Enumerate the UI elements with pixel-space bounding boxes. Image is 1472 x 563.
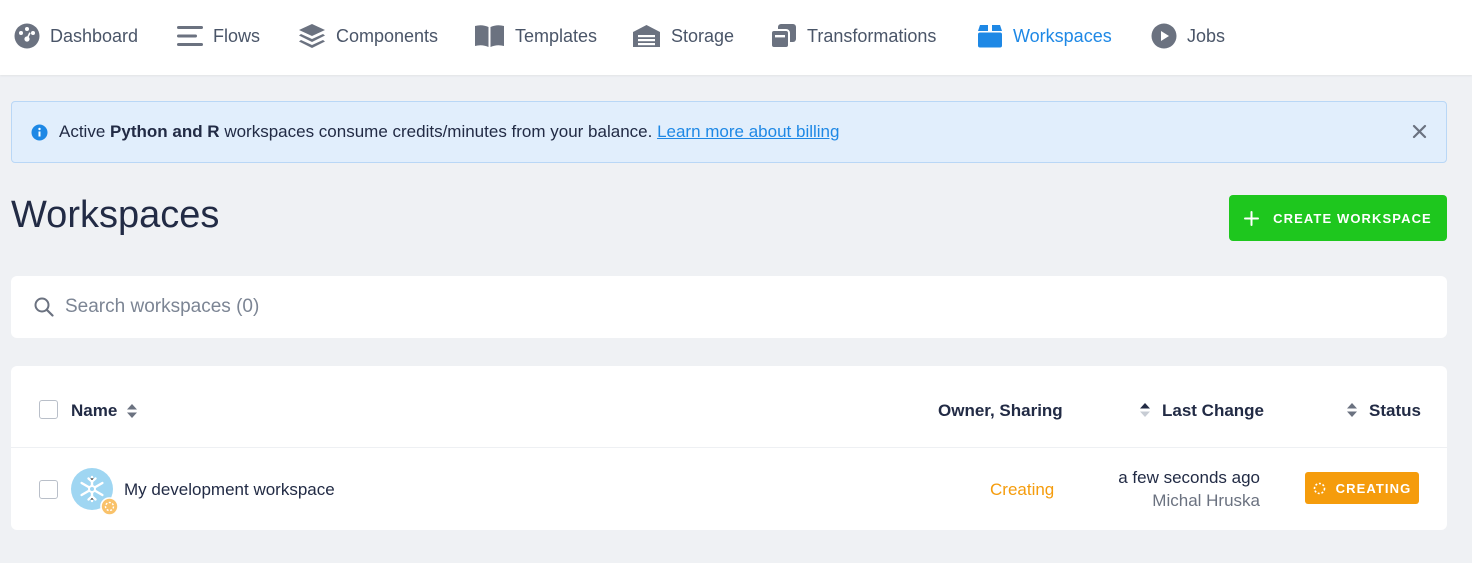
billing-info-banner: Active Python and R workspaces consume c…	[11, 101, 1447, 163]
owner-sharing-status: Creating	[990, 480, 1055, 499]
status-badge: CREATING	[1305, 472, 1419, 504]
search-icon	[34, 297, 54, 317]
nav-item-jobs[interactable]: Jobs	[1151, 0, 1225, 72]
nav-label: Storage	[671, 25, 735, 46]
plus-icon	[1244, 210, 1260, 226]
create-workspace-label: CREATE WORKSPACE	[1273, 210, 1432, 226]
row-checkbox[interactable]	[39, 480, 58, 499]
flows-icon	[177, 26, 203, 46]
page-title: Workspaces	[11, 194, 220, 236]
workspaces-icon	[978, 25, 1002, 48]
nav-item-workspaces[interactable]: Workspaces	[977, 0, 1112, 72]
nav-label: Flows	[213, 25, 261, 46]
nav-label: Dashboard	[50, 25, 139, 46]
last-change-user: Michal Hruska	[1152, 491, 1260, 510]
table-header: Name Owner, Sharing Last Change Status	[11, 366, 1447, 448]
billing-link[interactable]: Learn more about billing	[657, 122, 839, 141]
search-input[interactable]	[65, 290, 1405, 324]
nav-item-flows[interactable]: Flows	[177, 0, 260, 72]
nav-label: Components	[336, 25, 439, 46]
column-header-status[interactable]: Status	[1369, 401, 1421, 421]
sort-ascending-icon[interactable]	[1139, 402, 1151, 418]
banner-text-suffix: workspaces consume credits/minutes from …	[219, 122, 658, 141]
spinner-icon	[1313, 482, 1325, 494]
search-bar	[11, 276, 1447, 338]
workspace-name[interactable]: My development workspace	[124, 480, 335, 500]
nav-item-storage[interactable]: Storage	[632, 0, 734, 72]
banner-text-bold: Python and R	[110, 122, 220, 141]
nav-label: Templates	[515, 25, 598, 46]
templates-icon	[475, 25, 504, 47]
column-header-last-change[interactable]: Last Change	[1162, 401, 1264, 421]
nav-item-components[interactable]: Components	[298, 0, 438, 72]
nav-label: Transformations	[807, 25, 937, 46]
nav-label: Jobs	[1187, 25, 1226, 46]
nav-item-dashboard[interactable]: Dashboard	[14, 0, 138, 72]
workspaces-table: Name Owner, Sharing Last Change Status M…	[11, 366, 1447, 530]
column-header-name[interactable]: Name	[71, 401, 117, 421]
last-change-time: a few seconds ago	[1118, 468, 1260, 487]
close-icon[interactable]	[1412, 124, 1427, 139]
creating-status-icon	[100, 497, 119, 516]
components-icon	[299, 24, 325, 48]
select-all-checkbox[interactable]	[39, 400, 58, 419]
sort-icon[interactable]	[126, 403, 138, 419]
sort-icon[interactable]	[1346, 402, 1358, 418]
banner-message: Active Python and R workspaces consume c…	[59, 122, 839, 142]
column-header-owner: Owner, Sharing	[938, 401, 1063, 420]
create-workspace-button[interactable]: CREATE WORKSPACE	[1229, 195, 1447, 241]
nav-item-templates[interactable]: Templates	[474, 0, 597, 72]
jobs-icon	[1151, 23, 1177, 49]
storage-icon	[633, 25, 660, 47]
transformations-icon	[770, 24, 796, 49]
status-badge-label: CREATING	[1335, 480, 1412, 496]
top-navigation: Dashboard Flows Components Templates Sto…	[0, 0, 1472, 75]
banner-text-prefix: Active	[59, 122, 111, 141]
info-icon	[31, 124, 48, 141]
dashboard-icon	[14, 23, 40, 49]
nav-item-transformations[interactable]: Transformations	[770, 0, 936, 72]
nav-label: Workspaces	[1013, 25, 1112, 46]
